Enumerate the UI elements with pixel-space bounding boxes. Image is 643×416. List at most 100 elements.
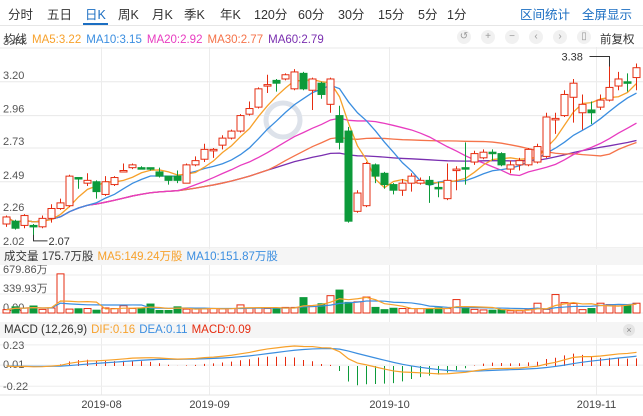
x-tick-label: 2019-10 (369, 399, 409, 411)
volume-bar (443, 308, 452, 314)
volume-bar (461, 307, 470, 314)
candle-up (515, 160, 524, 166)
volume-bar (569, 302, 578, 314)
candle-up (452, 168, 461, 172)
candle-up (200, 148, 209, 160)
low-price-label: 2.07 (49, 236, 70, 248)
macd-dif: DIF:0.16 (91, 324, 136, 336)
volume-label: 成交量 175.7万股 (4, 251, 94, 263)
candle-up (290, 71, 299, 90)
volume-bar (83, 308, 92, 314)
volume-bar (155, 309, 164, 314)
candle-up (236, 115, 245, 132)
volume-bar (308, 306, 317, 314)
candle-down (317, 82, 326, 95)
candle-down (461, 167, 470, 170)
close-macd-icon[interactable]: × (623, 324, 635, 336)
volume-bar (164, 309, 173, 314)
candle-up (83, 179, 92, 184)
candle-up (542, 116, 551, 157)
candle-up (56, 202, 65, 210)
kline-chart[interactable]: 3.44 3.20 2.96 2.73 2.49 2.26 2.02 3.38 2.07 679.… (0, 0, 643, 416)
candle-up (398, 182, 407, 191)
candle-down (74, 177, 83, 180)
candle-up (596, 99, 605, 108)
volume-bar (362, 296, 371, 314)
candle-up (281, 74, 290, 80)
volume-bar (425, 308, 434, 314)
volume-bar (542, 308, 551, 314)
macd-tick-label: -0.22 (3, 381, 28, 393)
candle-down (497, 153, 506, 166)
candle-down (389, 184, 398, 191)
candle-up (416, 179, 425, 184)
volume-ma10: MA10:151.87万股 (186, 251, 278, 263)
candle-down (146, 167, 155, 170)
macd-value: MACD:0.09 (191, 324, 252, 336)
candle-up (605, 86, 614, 101)
candle-up (524, 148, 533, 166)
volume-bar (623, 304, 632, 314)
volume-bar (353, 301, 362, 314)
volume-bar (506, 310, 515, 314)
candle-up (110, 177, 119, 186)
candle-up (443, 179, 452, 200)
candle-down (371, 164, 380, 177)
volume-ma5: MA5:149.24万股 (97, 251, 183, 263)
price-tick-label: 3.44 (3, 36, 24, 48)
candle-up (227, 130, 236, 139)
volume-bar (182, 308, 191, 314)
candle-down (344, 130, 353, 222)
volume-bar (578, 309, 587, 314)
volume-bar (92, 309, 101, 314)
volume-bar (74, 308, 83, 314)
candle-up (65, 175, 74, 207)
candle-up (2, 216, 11, 225)
high-marker-line (589, 55, 610, 67)
volume-bar (2, 309, 11, 314)
volume-bar (218, 308, 227, 314)
volume-bar (47, 307, 56, 314)
price-tick-label: 2.96 (3, 104, 24, 116)
candle-up (38, 217, 47, 228)
candle-up (263, 84, 272, 87)
candle-up (353, 192, 362, 212)
candle-up (245, 108, 254, 115)
candle-down (137, 167, 146, 170)
candle-up (560, 93, 569, 117)
volume-bar (209, 308, 218, 314)
volume-bar (380, 309, 389, 314)
candle-down (164, 175, 173, 181)
volume-bar (137, 308, 146, 314)
volume-tick-label: 679.86万 (3, 264, 48, 276)
candle-up (119, 169, 128, 173)
volume-bar (470, 308, 479, 314)
candle-down (623, 81, 632, 84)
volume-bar (263, 308, 272, 314)
volume-bar (407, 308, 416, 314)
candle-up (101, 181, 110, 195)
candle-down (155, 171, 164, 177)
macd-tick-label: 0.01 (3, 359, 24, 371)
candle-up (209, 148, 218, 152)
candle-down (11, 220, 20, 229)
candle-up (182, 164, 191, 184)
volume-bar (488, 309, 497, 314)
volume-bar (128, 308, 137, 314)
high-price-label: 3.38 (562, 51, 583, 63)
volume-bar (398, 308, 407, 314)
macd-tick-label: 0.23 (3, 340, 24, 352)
candle-up (506, 164, 515, 170)
candle-down (587, 109, 596, 114)
candle-up (407, 175, 416, 184)
candle-up (128, 164, 137, 169)
candle-up (551, 117, 560, 121)
candle-up (362, 162, 371, 207)
candle-up (533, 146, 542, 163)
candle-down (299, 72, 308, 90)
candle-up (20, 215, 29, 226)
candle-down (272, 79, 281, 84)
volume-bar (551, 294, 560, 314)
candle-up (470, 153, 479, 163)
x-tick-label: 2019-11 (577, 399, 617, 411)
